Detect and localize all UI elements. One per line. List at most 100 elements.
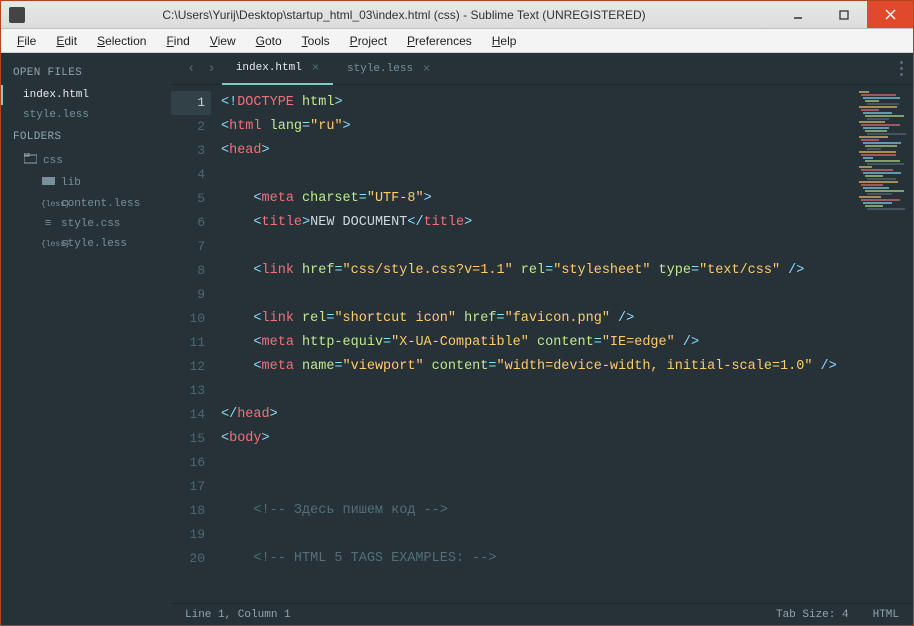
menu-help[interactable]: Help — [484, 32, 525, 50]
tree-item-label: content.less — [61, 198, 140, 210]
menu-file[interactable]: File — [9, 32, 44, 50]
menu-tools[interactable]: Tools — [294, 32, 338, 50]
statusbar: Line 1, Column 1 Tab Size: 4 HTML — [171, 603, 913, 625]
sidebar: OPEN FILES index.htmlstyle.less FOLDERS … — [1, 53, 171, 625]
folder-open-icon — [23, 153, 37, 168]
tree-item-label: css — [43, 155, 63, 167]
code-line[interactable] — [215, 451, 853, 475]
folders-header: FOLDERS — [1, 125, 171, 149]
line-number[interactable]: 7 — [171, 235, 205, 259]
app-body: OPEN FILES index.htmlstyle.less FOLDERS … — [1, 53, 913, 625]
code-line[interactable]: <link href="css/style.css?v=1.1" rel="st… — [215, 259, 853, 283]
less-icon: {less} — [41, 240, 55, 249]
menu-selection[interactable]: Selection — [89, 32, 154, 50]
code-line[interactable]: <meta charset="UTF-8"> — [215, 187, 853, 211]
line-number[interactable]: 18 — [171, 499, 205, 523]
menu-view[interactable]: View — [202, 32, 244, 50]
window-controls — [775, 1, 913, 28]
menu-preferences[interactable]: Preferences — [399, 32, 480, 50]
code-content[interactable]: <!DOCTYPE html><html lang="ru"><head> <m… — [215, 85, 853, 603]
open-file-item[interactable]: style.less — [1, 105, 171, 125]
tab-nav-next-icon[interactable]: › — [201, 61, 221, 77]
line-number[interactable]: 20 — [171, 547, 205, 571]
line-number[interactable]: 12 — [171, 355, 205, 379]
line-number[interactable]: 19 — [171, 523, 205, 547]
app-icon — [9, 7, 25, 23]
line-number[interactable]: 8 — [171, 259, 205, 283]
code-line[interactable] — [215, 475, 853, 499]
menu-edit[interactable]: Edit — [48, 32, 85, 50]
minimap[interactable] — [853, 85, 913, 603]
tree-item[interactable]: {less} style.less — [1, 234, 171, 254]
code-line[interactable]: <link rel="shortcut icon" href="favicon.… — [215, 307, 853, 331]
status-tab-size[interactable]: Tab Size: 4 — [776, 609, 849, 621]
line-number[interactable]: 5 — [171, 187, 205, 211]
code-line[interactable]: <!-- HTML 5 TAGS EXAMPLES: --> — [215, 547, 853, 571]
code-line[interactable]: <title>NEW DOCUMENT</title> — [215, 211, 853, 235]
code-line[interactable]: <meta name="viewport" content="width=dev… — [215, 355, 853, 379]
tree-item-label: style.less — [61, 238, 127, 250]
folder-tree: css lib {less} content.less ≡ style.css {less}… — [1, 149, 171, 254]
tree-item[interactable]: css — [1, 149, 171, 172]
code-line[interactable]: <head> — [215, 139, 853, 163]
code-line[interactable]: <html lang="ru"> — [215, 115, 853, 139]
minimize-button[interactable] — [775, 1, 821, 28]
line-number[interactable]: 10 — [171, 307, 205, 331]
window-title: C:\Users\Yurij\Desktop\startup_html_03\i… — [33, 8, 775, 22]
menu-project[interactable]: Project — [342, 32, 395, 50]
status-syntax[interactable]: HTML — [873, 609, 899, 621]
tab[interactable]: index.html × — [222, 53, 333, 85]
css-icon: ≡ — [41, 218, 55, 230]
code-line[interactable]: <meta http-equiv="X-UA-Compatible" conte… — [215, 331, 853, 355]
code-line[interactable] — [215, 235, 853, 259]
line-number[interactable]: 14 — [171, 403, 205, 427]
line-number[interactable]: 1 — [171, 91, 211, 115]
maximize-button[interactable] — [821, 1, 867, 28]
more-icon[interactable] — [900, 61, 903, 76]
tab-label: style.less — [347, 63, 413, 75]
menu-goto[interactable]: Goto — [248, 32, 290, 50]
close-button[interactable] — [867, 1, 913, 28]
code-line[interactable]: </head> — [215, 403, 853, 427]
line-number[interactable]: 4 — [171, 163, 205, 187]
code-area[interactable]: 1234567891011121314151617181920 <!DOCTYP… — [171, 85, 913, 603]
line-number[interactable]: 13 — [171, 379, 205, 403]
folder-icon — [41, 176, 55, 190]
line-number[interactable]: 11 — [171, 331, 205, 355]
tree-item[interactable]: {less} content.less — [1, 194, 171, 214]
code-line[interactable] — [215, 283, 853, 307]
app-window: C:\Users\Yurij\Desktop\startup_html_03\i… — [0, 0, 914, 626]
editor-area: ‹ › index.html×style.less× 1234567891011… — [171, 53, 913, 625]
tabs-row: ‹ › index.html × style.less × — [171, 53, 913, 85]
line-gutter[interactable]: 1234567891011121314151617181920 — [171, 85, 215, 603]
titlebar[interactable]: C:\Users\Yurij\Desktop\startup_html_03\i… — [1, 1, 913, 29]
code-line[interactable]: <!DOCTYPE html> — [215, 91, 853, 115]
open-files-header: OPEN FILES — [1, 61, 171, 85]
tab-close-icon[interactable]: × — [423, 62, 430, 76]
code-line[interactable] — [215, 523, 853, 547]
code-line[interactable]: <body> — [215, 427, 853, 451]
tree-item[interactable]: ≡ style.css — [1, 214, 171, 234]
tab-close-icon[interactable]: × — [312, 61, 319, 75]
less-icon: {less} — [41, 200, 55, 209]
code-line[interactable]: <!-- Здесь пишем код --> — [215, 499, 853, 523]
line-number[interactable]: 2 — [171, 115, 205, 139]
tree-item[interactable]: lib — [1, 172, 171, 194]
tree-item-label: lib — [61, 177, 81, 189]
open-files-list: index.htmlstyle.less — [1, 85, 171, 125]
menu-find[interactable]: Find — [158, 32, 197, 50]
tab-nav-prev-icon[interactable]: ‹ — [181, 61, 201, 77]
line-number[interactable]: 15 — [171, 427, 205, 451]
line-number[interactable]: 16 — [171, 451, 205, 475]
tree-item-label: style.css — [61, 218, 120, 230]
open-file-item[interactable]: index.html — [1, 85, 171, 105]
tab-label: index.html — [236, 62, 302, 74]
code-line[interactable] — [215, 163, 853, 187]
code-line[interactable] — [215, 379, 853, 403]
line-number[interactable]: 6 — [171, 211, 205, 235]
line-number[interactable]: 17 — [171, 475, 205, 499]
status-cursor-position[interactable]: Line 1, Column 1 — [185, 609, 291, 621]
line-number[interactable]: 3 — [171, 139, 205, 163]
line-number[interactable]: 9 — [171, 283, 205, 307]
tab[interactable]: style.less × — [333, 53, 444, 85]
